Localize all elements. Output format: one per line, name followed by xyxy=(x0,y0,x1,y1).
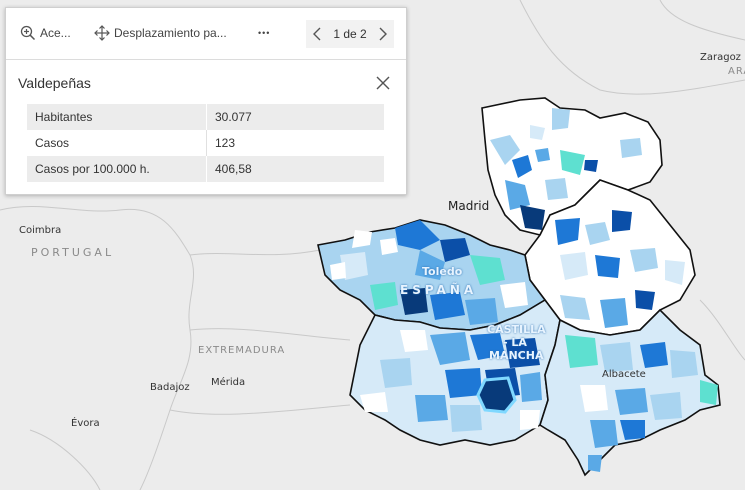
label-aragon: ARA xyxy=(728,66,745,77)
pan-to-label: Desplazamiento pa... xyxy=(114,26,227,40)
label-madrid: Madrid xyxy=(448,199,490,213)
chevron-left-icon[interactable] xyxy=(312,27,322,41)
label-badajoz: Badajoz xyxy=(150,382,190,393)
pan-to-button[interactable]: Desplazamiento pa... xyxy=(94,8,227,58)
attribute-key: Habitantes xyxy=(27,104,207,130)
zoom-to-label: Ace... xyxy=(40,26,71,40)
feature-pager: 1 de 2 xyxy=(306,20,394,48)
ellipsis-icon: ••• xyxy=(258,28,271,38)
attribute-key: Casos por 100.000 h. xyxy=(27,156,207,182)
chevron-right-icon[interactable] xyxy=(378,27,388,41)
attribute-table: Habitantes 30.077 Casos 123 Casos por 10… xyxy=(27,104,384,182)
attribute-value: 123 xyxy=(206,130,384,156)
more-actions-button[interactable]: ••• xyxy=(258,8,270,58)
close-icon[interactable] xyxy=(374,74,392,92)
zoom-in-icon xyxy=(20,25,36,41)
table-row: Casos por 100.000 h. 406,58 xyxy=(27,156,384,182)
label-toledo: Toledo xyxy=(422,265,463,278)
label-merida: Mérida xyxy=(211,377,246,388)
label-coimbra: Coimbra xyxy=(19,225,62,236)
label-portugal: PORTUGAL xyxy=(31,246,115,259)
label-extremadura: EXTREMADURA xyxy=(198,345,286,356)
move-icon xyxy=(94,25,110,41)
label-zaragoza: Zaragoz xyxy=(700,52,741,63)
attribute-value: 406,58 xyxy=(206,156,384,182)
attribute-value: 30.077 xyxy=(206,104,384,130)
feature-popup: Ace... Desplazamiento pa... ••• 1 de 2 V… xyxy=(5,7,407,195)
label-clm-line2: - LA xyxy=(503,336,527,349)
pager-label: 1 de 2 xyxy=(333,27,367,41)
table-row: Casos 123 xyxy=(27,130,384,156)
popup-divider xyxy=(6,59,406,60)
label-evora: Évora xyxy=(71,418,100,429)
label-clm-line3: MANCHA xyxy=(489,349,544,362)
label-albacete: Albacete xyxy=(602,369,646,380)
zoom-to-button[interactable]: Ace... xyxy=(20,8,71,58)
attribute-key: Casos xyxy=(27,130,207,156)
feature-title: Valdepeñas xyxy=(18,75,91,91)
table-row: Habitantes 30.077 xyxy=(27,104,384,130)
label-clm-line1: CASTILLA xyxy=(487,323,546,336)
label-espana: ESPAÑA xyxy=(400,283,478,297)
